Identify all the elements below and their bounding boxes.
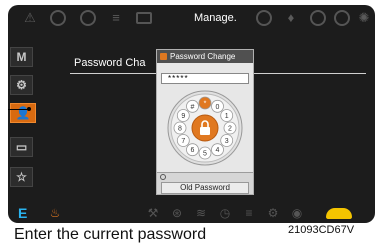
bottom-status-bar: E ♨ ⚒ ⊛ ≋ ◷ ≡ ⚙ ◉ [8, 204, 375, 223]
sidebar-item-settings[interactable]: ⚙ [10, 75, 33, 95]
engine-oil-icon [50, 10, 66, 26]
gear-icon: ⚙ [16, 78, 27, 92]
sidebar-item-display[interactable]: ▭ [10, 137, 33, 157]
settings-icon: ✺ [358, 10, 370, 25]
callout-line [8, 109, 29, 110]
dial-key-label: 1 [225, 113, 229, 120]
sidebar-item-favorites[interactable]: ☆ [10, 167, 33, 187]
turtle-speed-icon [326, 208, 352, 219]
lamp-icon: ≡ [245, 206, 253, 220]
fan-icon: ⊛ [171, 206, 183, 220]
charging-icon [334, 10, 350, 26]
dial-key-label: 0 [216, 104, 220, 111]
dial-key-label: 2 [228, 126, 232, 133]
old-password-button[interactable]: Old Password [161, 182, 249, 194]
warning-icon: ⚠ [24, 10, 36, 25]
sidebar-item-mode[interactable]: M [10, 47, 33, 67]
top-status-bar: ⚠ ≡ Manage. ♦ ✺ [8, 5, 375, 31]
coolant-icon: ♦ [287, 10, 295, 25]
dialog-footer: Old Password [157, 172, 253, 194]
password-input[interactable]: ***** [161, 73, 249, 84]
password-change-dialog: Password Change ***** * 0 1 2 3 4 5 6 7 8 9 # Old P… [156, 49, 254, 195]
info-icon [160, 174, 166, 180]
dial-key-label: 5 [203, 151, 207, 158]
lock-icon [160, 53, 167, 60]
star-icon: ☆ [16, 170, 27, 184]
attachment-icon: ⚒ [147, 206, 159, 220]
password-change-label: Password Cha [74, 57, 146, 69]
figure-caption: Enter the current password [14, 226, 207, 243]
dial-key-label: # [191, 104, 195, 111]
dial-key-label: 8 [178, 126, 182, 133]
monitor-panel: ⚠ ≡ Manage. ♦ ✺ M ⚙ 👤 ▭ ☆ Password Cha P… [8, 5, 375, 223]
number-dial[interactable]: * 0 1 2 3 4 5 6 7 8 9 # [161, 90, 249, 166]
dialog-title: Password Change [157, 50, 253, 63]
eco-mode-indicator: E [18, 205, 28, 221]
dial-key-label: 7 [181, 138, 185, 145]
brake-icon [80, 10, 96, 26]
speed-icon [256, 10, 272, 26]
dial-svg: * 01 2 34 5 67 8 9 # [167, 90, 243, 166]
auto-idle-icon: ◉ [291, 206, 303, 220]
lock-icon [200, 127, 210, 135]
menu-title: Manage. [194, 12, 237, 24]
figure-id: 21093CD67V [288, 224, 355, 236]
monitor-icon: ▭ [15, 140, 28, 154]
dial-key-label: * [204, 101, 207, 108]
preheat-icon: ≋ [195, 206, 207, 220]
travel-icon: ⚙ [267, 206, 279, 220]
hydraulic-icon: ≡ [112, 10, 120, 25]
sidebar-item-user[interactable]: 👤 [10, 103, 36, 123]
dial-key-label: 9 [181, 113, 185, 120]
filter-icon [310, 10, 326, 26]
callout-dot [27, 107, 31, 111]
seat-icon: ♨ [49, 206, 61, 220]
clock-icon: ◷ [219, 206, 231, 220]
dial-key-label: 6 [191, 147, 195, 154]
dial-key-label: 3 [225, 138, 229, 145]
battery-icon [136, 12, 152, 24]
dial-key-label: 4 [216, 147, 220, 154]
